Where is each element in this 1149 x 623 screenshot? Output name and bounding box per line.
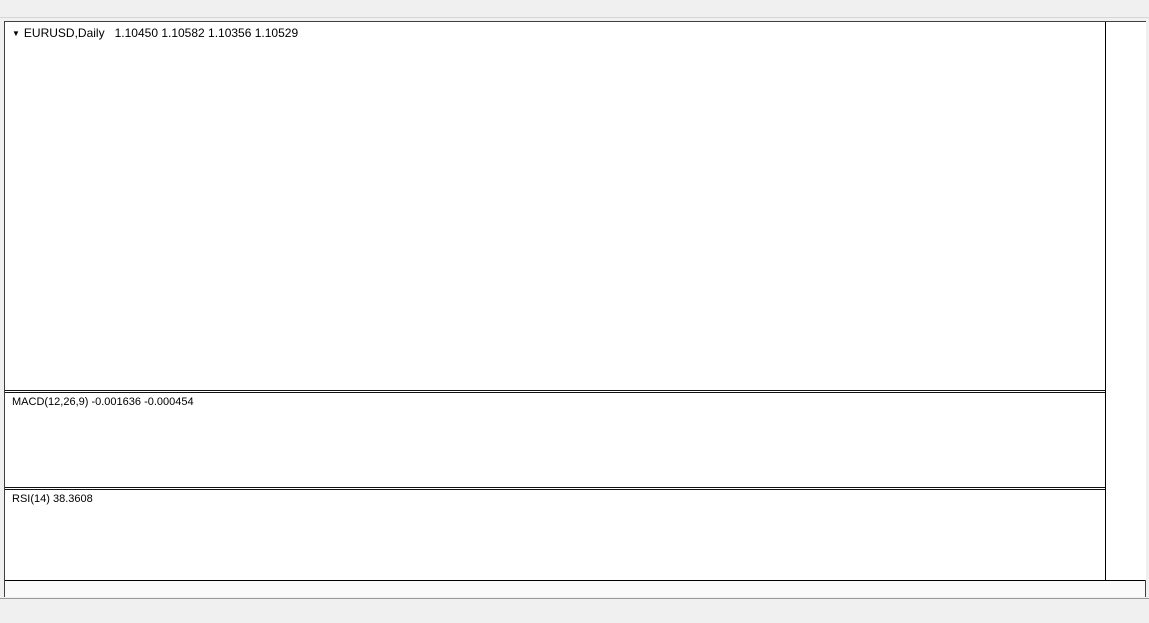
panel-splitter-main-macd[interactable] bbox=[5, 390, 1145, 393]
price-axis[interactable] bbox=[1105, 22, 1146, 580]
rsi-panel-canvas[interactable] bbox=[5, 490, 1105, 580]
time-axis[interactable] bbox=[5, 580, 1145, 597]
trading-terminal: ▼ EURUSD,Daily 1.10450 1.10582 1.10356 1.1… bbox=[0, 0, 1149, 623]
macd-label: MACD(12,26,9) -0.001636 -0.000454 bbox=[12, 396, 194, 408]
panel-splitter-macd-rsi[interactable] bbox=[5, 487, 1145, 490]
chart-tabs-bar bbox=[0, 598, 1149, 619]
timeframe-toolbar bbox=[0, 0, 1149, 18]
rsi-label: RSI(14) 38.3608 bbox=[12, 493, 93, 505]
main-chart-canvas[interactable] bbox=[5, 22, 1105, 390]
chart-ohlc-values: 1.10450 1.10582 1.10356 1.10529 bbox=[115, 26, 299, 40]
chart-title: ▼ EURUSD,Daily 1.10450 1.10582 1.10356 1.1… bbox=[12, 26, 298, 40]
chart-symbol-label: EURUSD,Daily bbox=[24, 26, 105, 40]
collapse-chevron-icon[interactable]: ▼ bbox=[12, 29, 20, 38]
chart-window: ▼ EURUSD,Daily 1.10450 1.10582 1.10356 1.1… bbox=[4, 21, 1146, 597]
